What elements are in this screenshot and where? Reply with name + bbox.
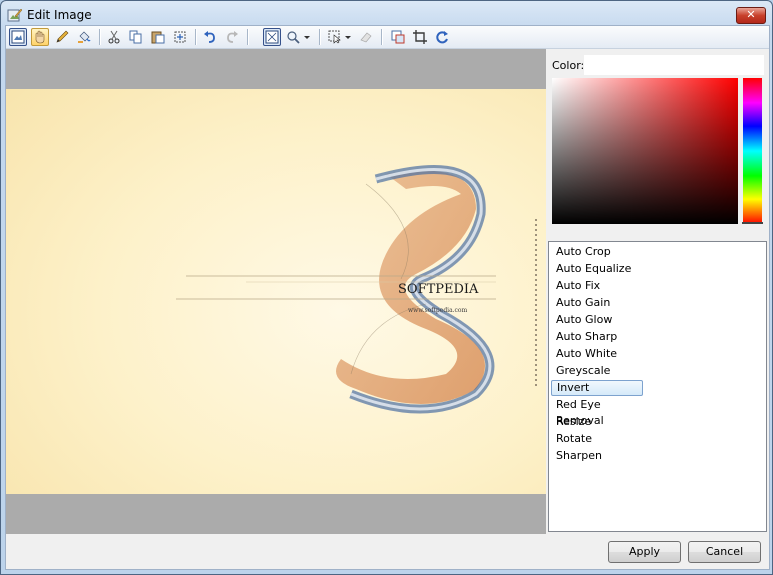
effects-list-item[interactable]: Rotate [551,431,641,447]
selection-tool-icon[interactable] [327,28,355,46]
redo-icon[interactable] [223,28,241,46]
pencil-icon[interactable] [53,28,71,46]
right-panel: Color: Auto Crop Auto Equalize Auto Fix Aut… [547,49,769,535]
image-logo-text: SOFTPEDIA [398,282,479,297]
edit-image-icon [7,7,23,23]
effects-list-item[interactable]: Auto Sharp [551,329,641,345]
fill-bucket-icon[interactable] [75,28,93,46]
zoom-icon[interactable] [285,28,313,46]
edit-image-window: Edit Image ✕ SOFTPEDIA www.softpedia.com… [0,0,773,575]
effects-list-item[interactable]: Red Eye Removal [551,397,641,427]
window-title: Edit Image [27,8,92,22]
toolbar-separator [99,29,101,45]
effects-list[interactable]: Auto Crop Auto Equalize Auto Fix Auto Gain A… [548,241,767,532]
effects-list-item[interactable]: Invert [551,380,643,396]
effects-list-item[interactable]: Greyscale [551,363,641,379]
effects-list-item[interactable]: Auto Crop [551,244,641,260]
effects-list-item[interactable]: Auto Equalize [551,261,641,277]
toolbar-separator [319,29,321,45]
toolbar-separator [247,29,249,45]
toolbar [6,26,769,49]
effects-list-item[interactable]: Resize [551,414,641,430]
cancel-button[interactable]: Cancel [688,541,761,563]
image-url-text: www.softpedia.com [408,307,468,314]
cut-icon[interactable] [105,28,123,46]
eraser-icon[interactable] [357,28,375,46]
refresh-icon[interactable] [433,28,451,46]
effects-list-item[interactable]: Auto Gain [551,295,641,311]
effects-list-item[interactable]: Sharpen [551,448,641,464]
client-area: SOFTPEDIA www.softpedia.com Color: Auto … [5,25,770,570]
image-preview[interactable]: SOFTPEDIA www.softpedia.com [6,89,546,494]
select-all-icon[interactable] [171,28,189,46]
effects-list-item[interactable]: Auto Fix [551,278,641,294]
resize-canvas-icon[interactable] [389,28,407,46]
copy-icon[interactable] [127,28,145,46]
toolbar-separator [381,29,383,45]
hue-slider[interactable] [742,78,763,224]
toolbar-separator [195,29,197,45]
image-canvas[interactable]: SOFTPEDIA www.softpedia.com [6,49,546,534]
hue-slider-thumb[interactable] [742,222,763,224]
effects-list-item[interactable]: Auto Glow [551,312,641,328]
actual-size-icon[interactable] [263,28,281,46]
close-button[interactable]: ✕ [736,7,766,24]
button-bar: Apply Cancel [6,535,769,569]
fit-to-window-icon[interactable] [9,28,27,46]
crop-icon[interactable] [411,28,429,46]
hand-pan-icon[interactable] [31,28,49,46]
color-label: Color: [552,59,585,72]
apply-button[interactable]: Apply [608,541,681,563]
saturation-value-picker[interactable] [552,78,738,224]
color-field[interactable] [584,55,764,75]
undo-icon[interactable] [201,28,219,46]
paste-icon[interactable] [149,28,167,46]
effects-list-item[interactable]: Auto White [551,346,641,362]
